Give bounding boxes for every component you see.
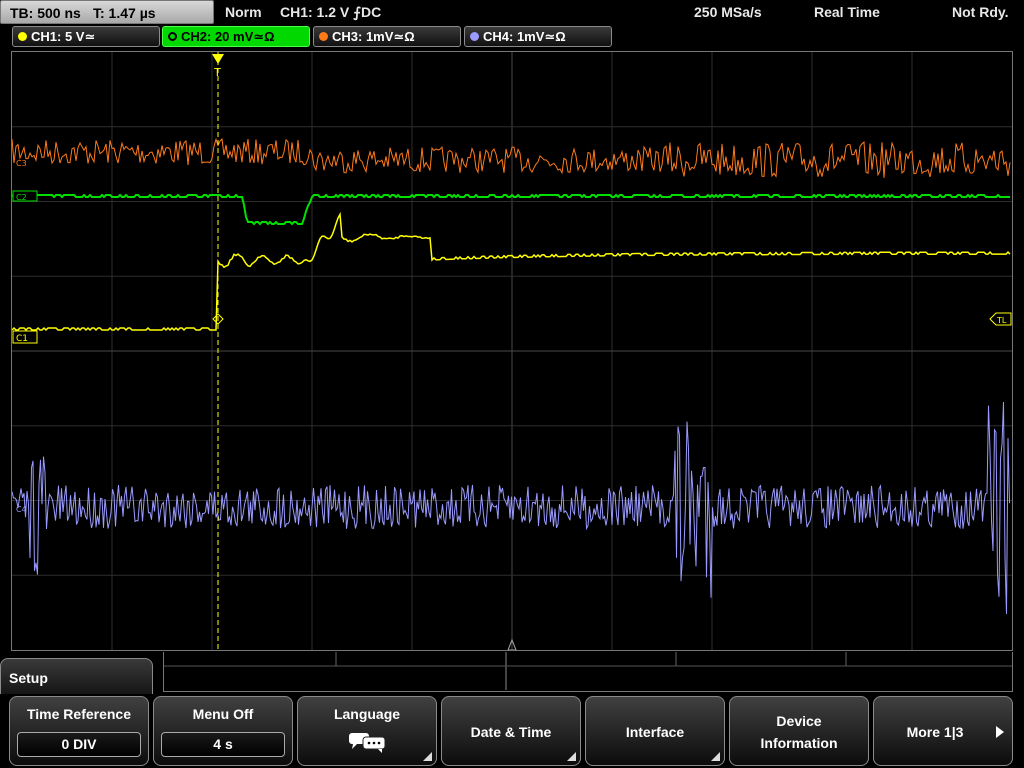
ch3-trace xyxy=(12,137,1011,178)
ch1-trace xyxy=(12,211,1011,332)
ch2-trace xyxy=(12,193,1010,226)
date-time-button[interactable]: Date & Time xyxy=(441,696,581,766)
menu-title-tab: Setup xyxy=(0,658,153,698)
ch2-marker-label: C2 xyxy=(16,193,27,202)
submenu-corner-icon xyxy=(567,752,576,761)
ch4-label: CH4: 1mV≃Ω xyxy=(483,29,566,44)
language-title: Language xyxy=(333,706,401,722)
menu-off-title: Menu Off xyxy=(192,706,254,722)
next-page-arrow-icon xyxy=(996,726,1004,738)
status-bar: TB: 500 ns T: 1.47 µs Norm CH1: 1.2 V ⨍D… xyxy=(0,0,1024,24)
language-button[interactable]: Language xyxy=(297,696,437,766)
ch1-label: CH1: 5 V≃ xyxy=(31,29,96,44)
timebase-label: TB: 500 ns xyxy=(10,5,81,21)
sample-rate: 250 MSa/s xyxy=(694,4,762,20)
menu-title: Setup xyxy=(9,670,48,686)
ch1-marker[interactable]: C1 xyxy=(12,330,38,344)
trigger-time-label: T: 1.47 µs xyxy=(93,5,156,21)
waveform-canvas: T C1 C2 C3 C4 TL xyxy=(12,52,1012,650)
status-text: Not Rdy. xyxy=(952,4,1009,20)
timebase-box[interactable]: TB: 500 ns T: 1.47 µs xyxy=(0,0,214,24)
menu-off-value: 4 s xyxy=(161,732,285,757)
ch4-marker[interactable]: C4 xyxy=(16,505,27,514)
interface-title: Interface xyxy=(625,724,685,740)
ch1-marker-label: C1 xyxy=(16,334,28,344)
ch3-marker[interactable]: C3 xyxy=(16,159,27,168)
device-information-line2: Information xyxy=(760,735,838,751)
channel-bar: CH1: 5 V≃ CH2: 20 mV≃Ω CH3: 1mV≃Ω CH4: 1… xyxy=(0,26,1024,48)
more-button[interactable]: More 1|3 xyxy=(873,696,1013,766)
ch3-dot-icon xyxy=(319,32,328,41)
submenu-corner-icon xyxy=(711,752,720,761)
ch4-trace xyxy=(12,401,1010,614)
time-reference-title: Time Reference xyxy=(26,706,131,722)
menu-off-button[interactable]: Menu Off 4 s xyxy=(153,696,293,766)
ch4-marker-label: C4 xyxy=(16,505,27,514)
trigger-position-icon[interactable] xyxy=(212,54,224,64)
scale-strip-divisions xyxy=(164,652,1012,690)
channel-tab-ch1[interactable]: CH1: 5 V≃ xyxy=(12,26,160,47)
time-reference-value: 0 DIV xyxy=(17,732,141,757)
channel-tab-ch4[interactable]: CH4: 1mV≃Ω xyxy=(464,26,612,47)
device-information-line1: Device xyxy=(776,713,822,729)
trigger-t-icon: T xyxy=(213,66,221,79)
channel-tab-ch3[interactable]: CH3: 1mV≃Ω xyxy=(313,26,461,47)
device-information-button[interactable]: Device Information xyxy=(729,696,869,766)
time-reference-button[interactable]: Time Reference 0 DIV xyxy=(9,696,149,766)
ch1-dot-icon xyxy=(18,32,27,41)
trigger-setting[interactable]: CH1: 1.2 V ⨍DC xyxy=(280,4,381,21)
acquisition-mode: Real Time xyxy=(814,4,880,20)
date-time-title: Date & Time xyxy=(470,724,552,740)
trigger-mode[interactable]: Norm xyxy=(225,4,262,20)
trigger-level-label: TL xyxy=(996,316,1007,325)
interface-button[interactable]: Interface xyxy=(585,696,725,766)
waveform-display[interactable]: T C1 C2 C3 C4 TL xyxy=(11,51,1013,651)
trigger-level-marker[interactable]: TL xyxy=(989,312,1012,326)
graticule xyxy=(12,52,1012,650)
ch2-label: CH2: 20 mV≃Ω xyxy=(181,29,275,44)
softkey-bar: Time Reference 0 DIV Menu Off 4 s Langua… xyxy=(0,694,1024,768)
ch4-dot-icon xyxy=(470,32,479,41)
ch3-label: CH3: 1mV≃Ω xyxy=(332,29,415,44)
submenu-corner-icon xyxy=(423,752,432,761)
speech-bubbles-icon xyxy=(349,733,386,753)
more-title: More 1|3 xyxy=(906,724,964,740)
ch2-marker[interactable]: C2 xyxy=(12,190,38,202)
ch3-marker-label: C3 xyxy=(16,159,27,168)
channel-tab-ch2[interactable]: CH2: 20 mV≃Ω xyxy=(162,26,310,47)
ch2-dot-icon xyxy=(168,32,177,41)
scale-strip xyxy=(163,652,1013,692)
